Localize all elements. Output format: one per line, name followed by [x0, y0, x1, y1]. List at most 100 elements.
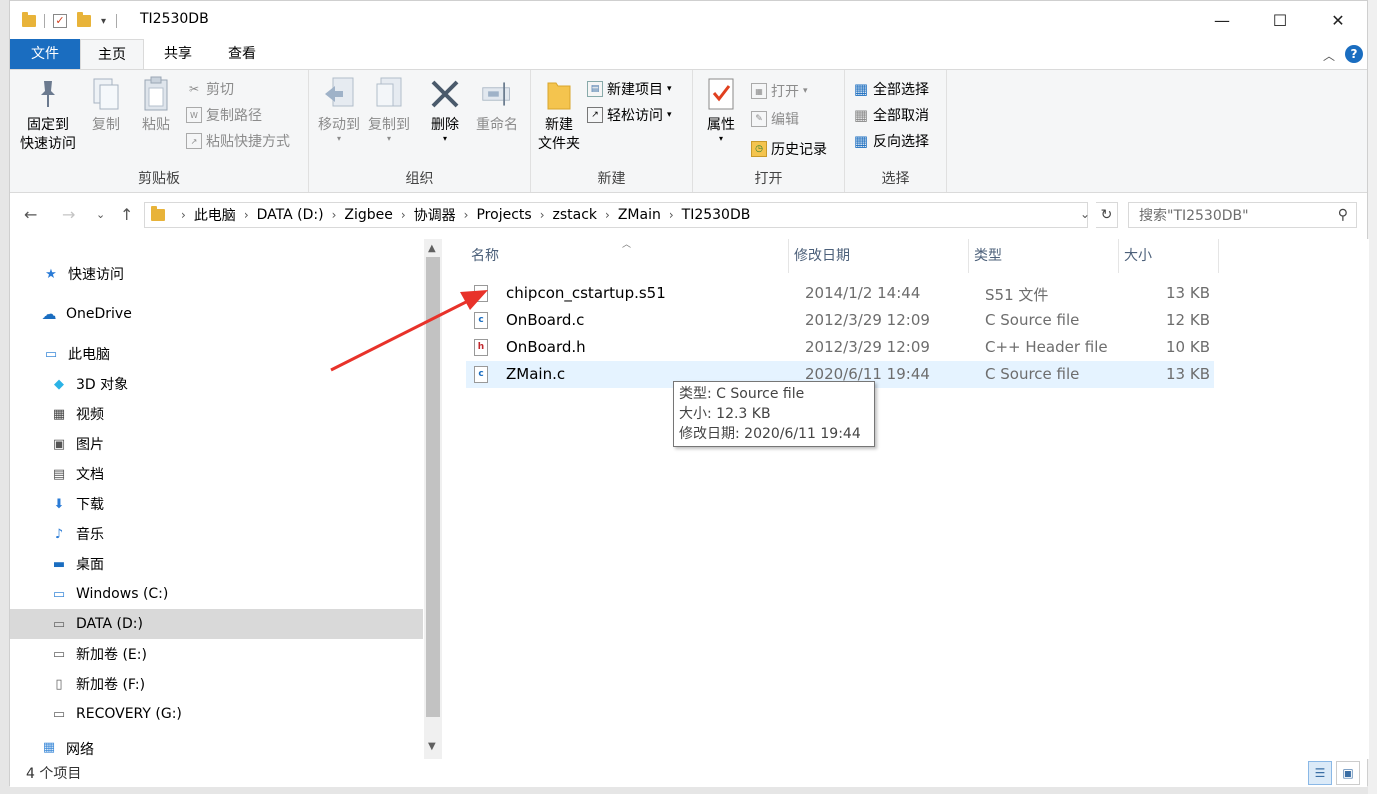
scroll-up-icon[interactable]: ▲ — [428, 243, 436, 254]
file-row[interactable]: chipcon_cstartup.s51 2014/1/2 14:44 S51 … — [466, 280, 1214, 307]
scrollbar-thumb[interactable] — [426, 257, 440, 717]
nav-item-3d-objects[interactable]: ◆ 3D 对象 — [10, 369, 423, 399]
address-bar[interactable]: › 此电脑 › DATA (D:) › Zigbee › 协调器 › Proje… — [144, 202, 1088, 228]
rename-button[interactable]: 重命名 — [469, 76, 525, 135]
nav-item-downloads[interactable]: ⬇ 下载 — [10, 489, 423, 519]
file-row[interactable]: h OnBoard.h 2012/3/29 12:09 C++ Header f… — [466, 334, 1214, 361]
breadcrumb-zigbee[interactable]: Zigbee — [344, 207, 392, 223]
close-button[interactable]: ✕ — [1309, 1, 1367, 39]
properties-button[interactable]: 属性 ▾ — [701, 76, 741, 143]
edit-icon: ✎ — [751, 111, 767, 127]
column-header-type[interactable]: 类型 — [969, 239, 1119, 273]
large-icons-view-icon[interactable]: ▣ — [1336, 761, 1360, 785]
tab-share[interactable]: 共享 — [148, 39, 208, 69]
edit-button[interactable]: ✎ 编辑 — [751, 108, 799, 130]
up-arrow-icon[interactable]: ↑ — [120, 205, 133, 224]
nav-item-videos[interactable]: ▦ 视频 — [10, 399, 423, 429]
select-none-button[interactable]: ▦ 全部取消 — [853, 104, 929, 126]
nav-item-desktop[interactable]: ▬ 桌面 — [10, 549, 423, 579]
new-folder-button[interactable]: 新建 文件夹 — [535, 76, 583, 154]
cut-button[interactable]: ✂ 剪切 — [186, 78, 234, 100]
video-icon: ▦ — [52, 406, 66, 422]
nav-scrollbar[interactable]: ▲ ▼ — [424, 239, 442, 759]
nav-item-documents[interactable]: ▤ 文档 — [10, 459, 423, 489]
nav-item-quick-access[interactable]: ★ 快速访问 — [10, 259, 423, 289]
select-all-button[interactable]: ▦ 全部选择 — [853, 78, 929, 100]
delete-x-icon — [429, 76, 461, 112]
nav-item-volume-e[interactable]: ▭ 新加卷 (E:) — [10, 639, 423, 669]
easy-access-button[interactable]: ↗ 轻松访问 ▾ — [587, 104, 672, 126]
tab-view[interactable]: 查看 — [212, 39, 272, 69]
help-icon[interactable]: ? — [1345, 45, 1363, 63]
nav-item-this-pc[interactable]: ▭ 此电脑 — [10, 339, 423, 369]
pin-quick-access-button[interactable]: 固定到 快速访问 — [16, 76, 80, 154]
nav-item-recovery-g[interactable]: ▭ RECOVERY (G:) — [10, 699, 423, 729]
picture-icon: ▣ — [52, 436, 66, 452]
tab-home[interactable]: 主页 — [80, 39, 144, 70]
breadcrumb-separator-icon: › — [605, 208, 610, 222]
delete-button[interactable]: 删除 ▾ — [425, 76, 465, 143]
select-all-icon: ▦ — [853, 80, 869, 98]
file-name: OnBoard.h — [506, 338, 586, 356]
move-to-icon — [323, 76, 355, 112]
breadcrumb-zstack[interactable]: zstack — [553, 207, 598, 223]
nav-item-label: Windows (C:) — [76, 586, 169, 602]
properties-check-icon[interactable]: ✓ — [53, 14, 67, 28]
column-header-modified[interactable]: 修改日期 — [789, 239, 969, 273]
open-button[interactable]: ▦ 打开 ▾ — [751, 80, 808, 102]
breadcrumb-data-drive[interactable]: DATA (D:) — [257, 207, 324, 223]
nav-item-onedrive[interactable]: ☁ OneDrive — [10, 299, 423, 329]
nav-item-data-d[interactable]: ▭ DATA (D:) — [10, 609, 423, 639]
blank-file-icon — [474, 285, 488, 302]
nav-item-volume-f[interactable]: ▯ 新加卷 (F:) — [10, 669, 423, 699]
desktop-icon: ▬ — [52, 556, 66, 572]
history-label: 历史记录 — [771, 142, 827, 158]
forward-arrow-icon[interactable]: → — [62, 205, 75, 224]
copy-button[interactable]: 复制 — [84, 76, 128, 135]
minimize-button[interactable]: — — [1193, 1, 1251, 39]
tab-file[interactable]: 文件 — [10, 39, 80, 69]
search-input[interactable]: 搜索"TI2530DB" ⚲ — [1128, 202, 1357, 228]
details-view-icon[interactable]: ☰ — [1308, 761, 1332, 785]
refresh-icon[interactable]: ↻ — [1096, 202, 1118, 228]
item-count: 4 个项目 — [26, 766, 82, 782]
file-type: C++ Header file — [985, 338, 1108, 356]
breadcrumb-this-pc[interactable]: 此电脑 — [194, 205, 236, 225]
cube-icon: ◆ — [54, 376, 64, 392]
recent-locations-chevron-icon[interactable]: ⌄ — [96, 208, 105, 221]
folder-icon[interactable] — [22, 12, 36, 27]
breadcrumb-zmain[interactable]: ZMain — [618, 207, 661, 223]
history-button[interactable]: ◷ 历史记录 — [751, 138, 827, 160]
scroll-down-icon[interactable]: ▼ — [428, 741, 436, 752]
breadcrumb-coordinator[interactable]: 协调器 — [414, 205, 456, 225]
nav-item-music[interactable]: ♪ 音乐 — [10, 519, 423, 549]
pin-icon — [32, 76, 64, 112]
easy-access-icon: ↗ — [587, 107, 603, 123]
new-folder-icon[interactable] — [77, 12, 91, 27]
column-header-name[interactable]: 名称 — [466, 239, 789, 273]
tooltip-type: 类型: C Source file — [679, 386, 805, 402]
invert-selection-button[interactable]: ▦ 反向选择 — [853, 130, 929, 152]
maximize-button[interactable]: ☐ — [1251, 1, 1309, 39]
column-header-size[interactable]: 大小 — [1119, 239, 1219, 273]
file-row[interactable]: c OnBoard.c 2012/3/29 12:09 C Source fil… — [466, 307, 1214, 334]
nav-item-pictures[interactable]: ▣ 图片 — [10, 429, 423, 459]
copy-to-icon — [373, 76, 405, 112]
breadcrumb-separator-icon: › — [243, 208, 249, 222]
copy-path-button[interactable]: W 复制路径 — [186, 104, 262, 126]
back-arrow-icon[interactable]: ← — [24, 205, 37, 224]
breadcrumb-ti2530db[interactable]: TI2530DB — [682, 207, 751, 223]
paste-shortcut-button[interactable]: ↗ 粘贴快捷方式 — [186, 130, 290, 152]
nav-item-windows-c[interactable]: ▭ Windows (C:) — [10, 579, 423, 609]
new-item-button[interactable]: ▤ 新建项目 ▾ — [587, 78, 672, 100]
copy-to-button[interactable]: 复制到 ▾ — [365, 76, 413, 143]
address-history-chevron-icon[interactable]: ⌄ — [1080, 207, 1090, 221]
collapse-ribbon-icon[interactable]: ︿ — [1323, 47, 1335, 64]
open-group: 属性 ▾ ▦ 打开 ▾ ✎ 编辑 ◷ 历史记录 打开 — [693, 70, 845, 192]
paste-button[interactable]: 粘贴 — [134, 76, 178, 135]
move-to-button[interactable]: 移动到 ▾ — [315, 76, 363, 143]
customize-dropdown-icon[interactable]: ▾ — [101, 16, 106, 27]
breadcrumb-projects[interactable]: Projects — [476, 207, 531, 223]
nav-item-network[interactable]: ▦ 网络 — [10, 739, 423, 759]
organize-group-label: 组织 — [405, 171, 434, 187]
